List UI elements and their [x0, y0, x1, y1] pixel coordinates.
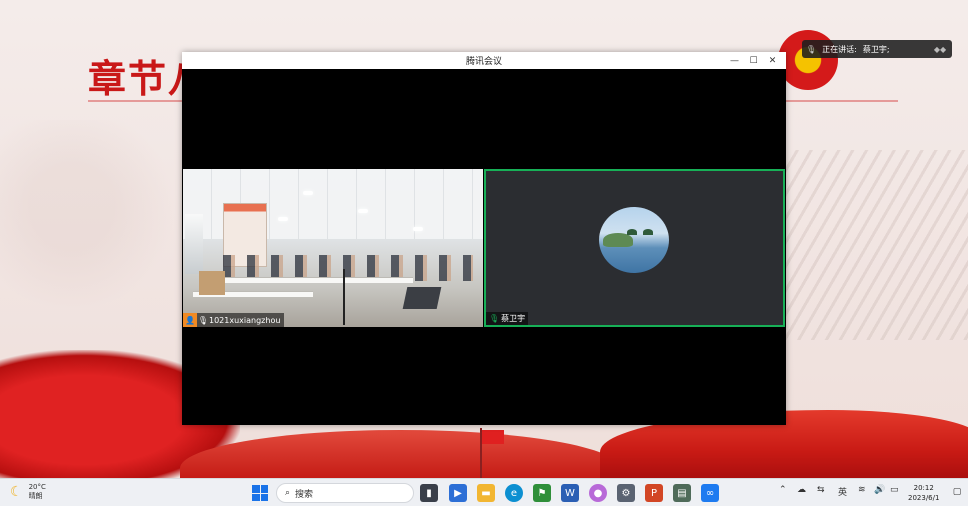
search-box[interactable]: ⌕ 搜索 [276, 483, 414, 503]
cloud-icon[interactable]: ☁ [797, 485, 806, 495]
close-button[interactable]: ✕ [763, 52, 782, 69]
participant-name: 1021xuxiangzhou [209, 315, 281, 325]
media-player-icon[interactable]: ▶ [449, 484, 467, 502]
cloud-decoration [0, 120, 180, 340]
weather-condition: 晴朗 [28, 492, 43, 500]
settings-icon[interactable]: ⚙ [617, 484, 635, 502]
island-image [603, 233, 633, 247]
ceiling-light [413, 227, 423, 231]
participant-avatar [599, 207, 669, 273]
ceiling-light [303, 191, 313, 195]
input-method-indicator[interactable]: 英 [838, 485, 847, 498]
weather-widget[interactable]: ☾ 20°C 晴朗 [10, 483, 46, 501]
tree-image [643, 229, 653, 235]
weather-temp: 20°C [28, 483, 46, 491]
participant-label: 👤 🎙 1021xuxiangzhou [183, 313, 285, 327]
camera-tripod [343, 269, 345, 325]
microphone-active-icon: 🎙 [489, 314, 500, 323]
speaker-icon[interactable]: 🔊 [874, 485, 885, 495]
window-titlebar[interactable]: 腾讯会议 — ☐ ✕ [182, 52, 786, 69]
minimize-button[interactable]: — [725, 52, 744, 69]
speaking-name: 蔡卫宇; [862, 44, 890, 54]
app-flag-icon[interactable]: ⚑ [533, 484, 551, 502]
room-window [185, 214, 203, 274]
participant-label: 🎙 蔡卫宇 [486, 312, 529, 325]
great-wall-decoration [768, 150, 968, 340]
search-icon: ⌕ [285, 488, 291, 498]
search-placeholder: 搜索 [295, 489, 314, 500]
battery-icon[interactable]: ▭ [890, 485, 899, 495]
edge-icon[interactable]: e [505, 484, 523, 502]
host-icon: 👤 [183, 313, 197, 327]
microphone-icon: 🎙 [806, 44, 817, 54]
small-flag-icon [482, 430, 504, 444]
system-clock[interactable]: 20:12 2023/6/1 [908, 483, 939, 503]
speaking-indicator[interactable]: 🎙 正在讲话: 蔡卫宇; ◆◆ [802, 40, 952, 58]
moon-icon: ☾ [10, 484, 23, 500]
red-wave-decoration [180, 430, 620, 478]
notification-icon[interactable]: ▢ [950, 485, 964, 499]
app-colorful-icon[interactable]: ● [589, 484, 607, 502]
chevron-up-icon[interactable]: ⌃ [779, 485, 787, 495]
cardboard-box [199, 271, 225, 295]
speaking-label: 正在讲话: [822, 44, 857, 54]
participant-video-tile[interactable]: 👤 🎙 1021xuxiangzhou [183, 169, 483, 327]
ceiling-light [358, 209, 368, 213]
meeting-window: 腾讯会议 — ☐ ✕ 👤 🎙 1021xuxiangzhou 🎙 蔡卫宇 [182, 52, 786, 425]
task-view-icon[interactable]: ▮ [420, 484, 438, 502]
wifi-icon[interactable]: ≋ [858, 485, 866, 495]
file-explorer-icon[interactable]: ▬ [477, 484, 495, 502]
powerpoint-icon[interactable]: P [645, 484, 663, 502]
app-board-icon[interactable]: ▤ [673, 484, 691, 502]
tree-image [627, 229, 637, 235]
ceiling-light [278, 217, 288, 221]
word-icon[interactable]: W [561, 484, 579, 502]
window-controls: — ☐ ✕ [725, 52, 782, 69]
participant-video-tile-active-speaker[interactable]: 🎙 蔡卫宇 [484, 169, 785, 327]
video-grid: 👤 🎙 1021xuxiangzhou 🎙 蔡卫宇 [182, 69, 786, 425]
clock-date: 2023/6/1 [908, 494, 940, 502]
meeting-table [213, 277, 413, 283]
participant-name: 蔡卫宇 [501, 314, 526, 323]
maximize-button[interactable]: ☐ [744, 52, 763, 69]
expand-icon[interactable]: ◆◆ [928, 40, 952, 58]
window-title: 腾讯会议 [465, 57, 502, 67]
tencent-meeting-icon[interactable]: ∞ [701, 484, 719, 502]
microphone-icon: 🎙 [197, 315, 209, 325]
taskbar: ☾ 20°C 晴朗 ⌕ 搜索 ▮ ▶ ▬ e ⚑ W ● ⚙ P ▤ ∞ ⌃ ☁… [0, 478, 968, 506]
party-emblem-icon [778, 30, 838, 90]
start-button[interactable] [252, 485, 268, 501]
clock-time: 20:12 [913, 484, 934, 492]
network-share-icon[interactable]: ⇆ [817, 485, 825, 495]
laptop [402, 287, 442, 309]
